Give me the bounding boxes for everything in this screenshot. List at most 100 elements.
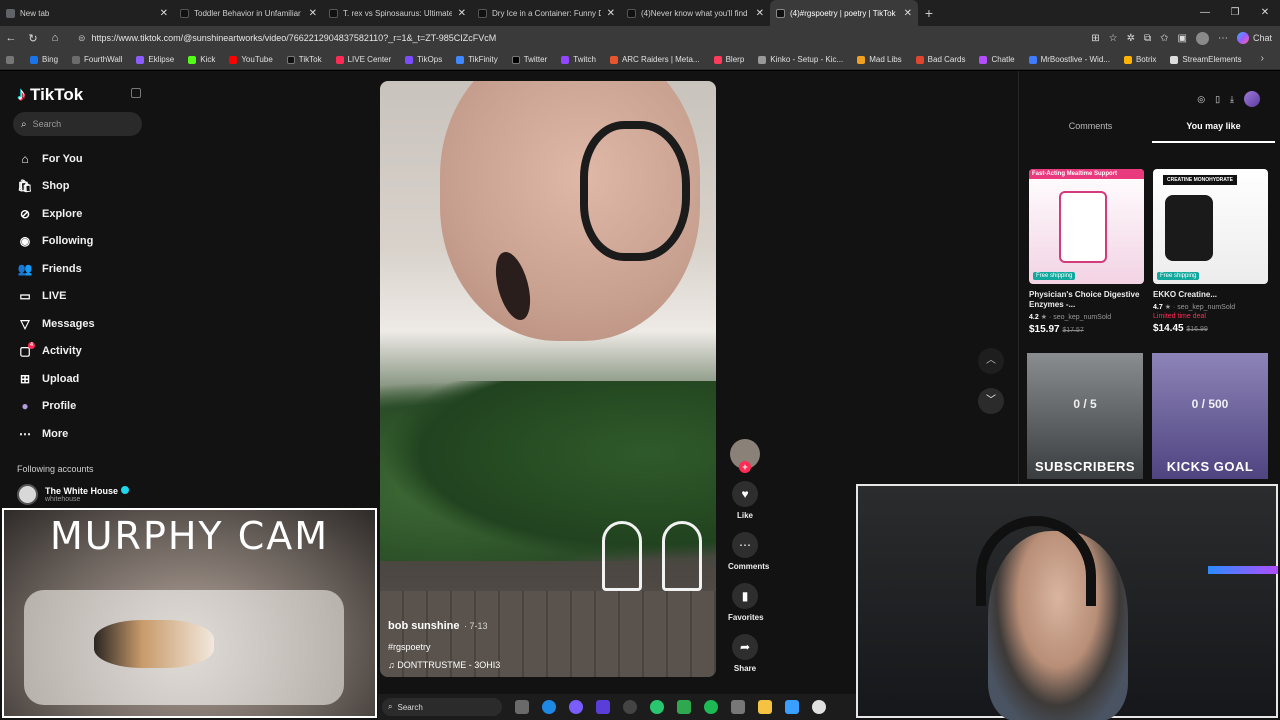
refresh-icon[interactable]: ↻ xyxy=(22,32,44,45)
task-view-icon[interactable] xyxy=(515,700,529,714)
user-avatar[interactable] xyxy=(1244,91,1260,107)
bookmark-live-center[interactable]: LIVE Center xyxy=(335,55,391,64)
edge-icon[interactable] xyxy=(542,700,556,714)
bookmark-kick[interactable]: Kick xyxy=(188,55,215,64)
sidebar-item-following[interactable]: ◉ Following xyxy=(17,228,95,256)
sidebar-item-explore[interactable]: ⊘ Explore xyxy=(17,200,95,228)
tab-toddler[interactable]: Toddler Behavior in Unfamiliar Pla ✕ xyxy=(174,0,323,26)
device-icon[interactable]: ▯ xyxy=(1215,94,1220,105)
bookmark-bad-cards[interactable]: Bad Cards xyxy=(915,55,965,64)
green-app-icon[interactable] xyxy=(650,700,664,714)
app-available-icon[interactable]: ⊞ xyxy=(1091,33,1099,44)
sidebar-item-activity[interactable]: ▢ 4 Activity xyxy=(17,338,95,366)
sidebar-item-live[interactable]: ▭ LIVE xyxy=(17,283,95,311)
back-icon[interactable]: ← xyxy=(0,32,22,44)
menu-dots-icon[interactable]: ⋯ xyxy=(1218,33,1228,44)
close-icon[interactable]: ✕ xyxy=(160,8,168,19)
app-grid-icon[interactable] xyxy=(596,700,610,714)
bookmark-streamelements[interactable]: StreamElements xyxy=(1170,55,1242,64)
bookmark-blerp[interactable]: Blerp xyxy=(713,55,744,64)
chrome-icon[interactable] xyxy=(812,700,826,714)
sidebar-item-more[interactable]: ⋯ More xyxy=(17,420,95,448)
new-tab-button[interactable]: + xyxy=(918,5,940,21)
file-explorer-icon[interactable] xyxy=(758,700,772,714)
sidebar-item-shop[interactable]: 🛍 Shop xyxy=(17,173,95,201)
creator-avatar[interactable]: + xyxy=(730,439,760,473)
sidebar-item-messages[interactable]: ▽ Messages xyxy=(17,310,94,338)
bookmark-tikfinity[interactable]: TikFinity xyxy=(456,55,498,64)
sidebar-item-profile[interactable]: ● Profile xyxy=(17,393,95,421)
comments-button[interactable]: ⋯ Comments xyxy=(728,532,769,571)
site-info-icon[interactable]: ⊜ xyxy=(78,33,86,44)
bookmark-bing[interactable]: Bing xyxy=(30,55,58,64)
favorite-star-icon[interactable]: ☆ xyxy=(1109,33,1118,44)
collections-icon[interactable]: ▣ xyxy=(1178,33,1187,44)
steam-icon[interactable] xyxy=(731,700,745,714)
video-hashtag[interactable]: #rgspoetry xyxy=(388,642,500,652)
next-video-button[interactable]: ﹀ xyxy=(978,388,1004,414)
favorites-button[interactable]: ▮ Favorites xyxy=(728,583,764,622)
minimize-icon[interactable]: — xyxy=(1190,0,1220,26)
discord-icon[interactable] xyxy=(569,700,583,714)
tab-new-tab[interactable]: New tab ✕ xyxy=(0,0,174,26)
taskbar-search[interactable]: ⌕ Search xyxy=(382,698,502,716)
bookmark-fourthwall[interactable]: FourthWall xyxy=(72,55,122,64)
bookmark-eklipse[interactable]: Eklipse xyxy=(136,55,174,64)
close-icon[interactable]: ✕ xyxy=(756,8,764,19)
url-field[interactable]: ⊜ https://www.tiktok.com/@sunshineartwor… xyxy=(72,29,1086,47)
spotify-icon[interactable] xyxy=(704,700,718,714)
excel-icon[interactable] xyxy=(677,700,691,714)
bookmark-youtube[interactable]: YouTube xyxy=(229,55,273,64)
close-icon[interactable]: ✕ xyxy=(458,8,466,19)
close-icon[interactable]: ✕ xyxy=(309,8,317,19)
obs-icon[interactable] xyxy=(623,700,637,714)
home-icon[interactable]: ⌂ xyxy=(44,32,66,44)
collapse-sidebar-icon[interactable] xyxy=(131,88,141,98)
like-button[interactable]: ♥ Like xyxy=(728,481,762,520)
profile-avatar[interactable] xyxy=(1195,31,1209,45)
bookmark-twitter[interactable]: Twitter xyxy=(511,55,547,64)
notepad-icon[interactable] xyxy=(785,700,799,714)
share-button[interactable]: ➦ Share xyxy=(728,634,762,673)
bookmark-kinko[interactable]: Kinko - Setup - Kic... xyxy=(758,55,843,64)
close-window-icon[interactable]: ✕ xyxy=(1250,0,1280,26)
tab-trex[interactable]: T. rex vs Spinosaurus: Ultimate Din ✕ xyxy=(323,0,472,26)
tab-never-know[interactable]: (4)Never know what you'll find in t ✕ xyxy=(621,0,770,26)
copilot-chat-button[interactable]: Chat xyxy=(1236,32,1272,44)
bookmark-tikops[interactable]: TikOps xyxy=(405,55,442,64)
bookmark-tiktok[interactable]: TikTok xyxy=(286,55,322,64)
bookmark-twitch[interactable]: Twitch xyxy=(561,55,596,64)
bookmark-arc-raiders[interactable]: ARC Raiders | Meta... xyxy=(609,55,700,64)
video-author[interactable]: bob sunshine xyxy=(388,620,460,632)
close-icon[interactable]: ✕ xyxy=(904,8,912,19)
tab-you-may-like[interactable]: You may like xyxy=(1152,121,1275,143)
tab-rgspoetry[interactable]: (4)#rgspoetry | poetry | TikTok ✕ xyxy=(770,0,918,26)
tiktok-logo[interactable]: ♪ TikTok xyxy=(17,84,83,105)
chevron-right-icon[interactable]: › xyxy=(1261,53,1264,64)
previous-video-button[interactable]: ︿ xyxy=(978,348,1004,374)
sidebar-item-for-you[interactable]: ⌂ For You xyxy=(17,145,95,173)
follow-plus-icon[interactable]: + xyxy=(739,461,751,473)
product-card[interactable]: Fast-Acting Mealtime Support Free shippi… xyxy=(1029,169,1144,335)
split-screen-icon[interactable]: ⧉ xyxy=(1144,33,1151,44)
video-player[interactable]: bob sunshine · 7-13 #rgspoetry ♫ DONTTRU… xyxy=(380,81,716,677)
following-account[interactable]: The White House whitehouse xyxy=(17,484,130,505)
bookmark-chatle[interactable]: Chatle xyxy=(979,55,1015,64)
tab-comments[interactable]: Comments xyxy=(1029,121,1152,143)
bookmark-botrix[interactable]: Botrix xyxy=(1123,55,1156,64)
video-music[interactable]: DONTTRUSTME - 3OHI3 xyxy=(397,660,500,670)
download-icon[interactable]: ⤓ xyxy=(1230,94,1234,105)
favorites-icon[interactable]: ✩ xyxy=(1160,33,1168,44)
tab-dry-ice[interactable]: Dry Ice in a Container: Funny Dry Ic ✕ xyxy=(472,0,621,26)
bookmark-mad-libs[interactable]: Mad Libs xyxy=(857,55,902,64)
bookmark-apps-icon[interactable] xyxy=(6,55,18,64)
search-input[interactable]: ⌕ Search xyxy=(13,112,142,136)
sidebar-item-friends[interactable]: 👥 Friends xyxy=(17,255,95,283)
restore-icon[interactable]: ❐ xyxy=(1220,0,1250,26)
product-card[interactable]: CREATINE MONOHYDRATE Free shipping EKKO … xyxy=(1153,169,1268,334)
bookmark-mrboostlive[interactable]: MrBoostlive - Wid... xyxy=(1028,55,1110,64)
close-icon[interactable]: ✕ xyxy=(607,8,615,19)
extensions-icon[interactable]: ✲ xyxy=(1127,33,1135,44)
sidebar-item-upload[interactable]: ⊞ Upload xyxy=(17,365,95,393)
coins-icon[interactable]: ◎ xyxy=(1197,94,1205,105)
